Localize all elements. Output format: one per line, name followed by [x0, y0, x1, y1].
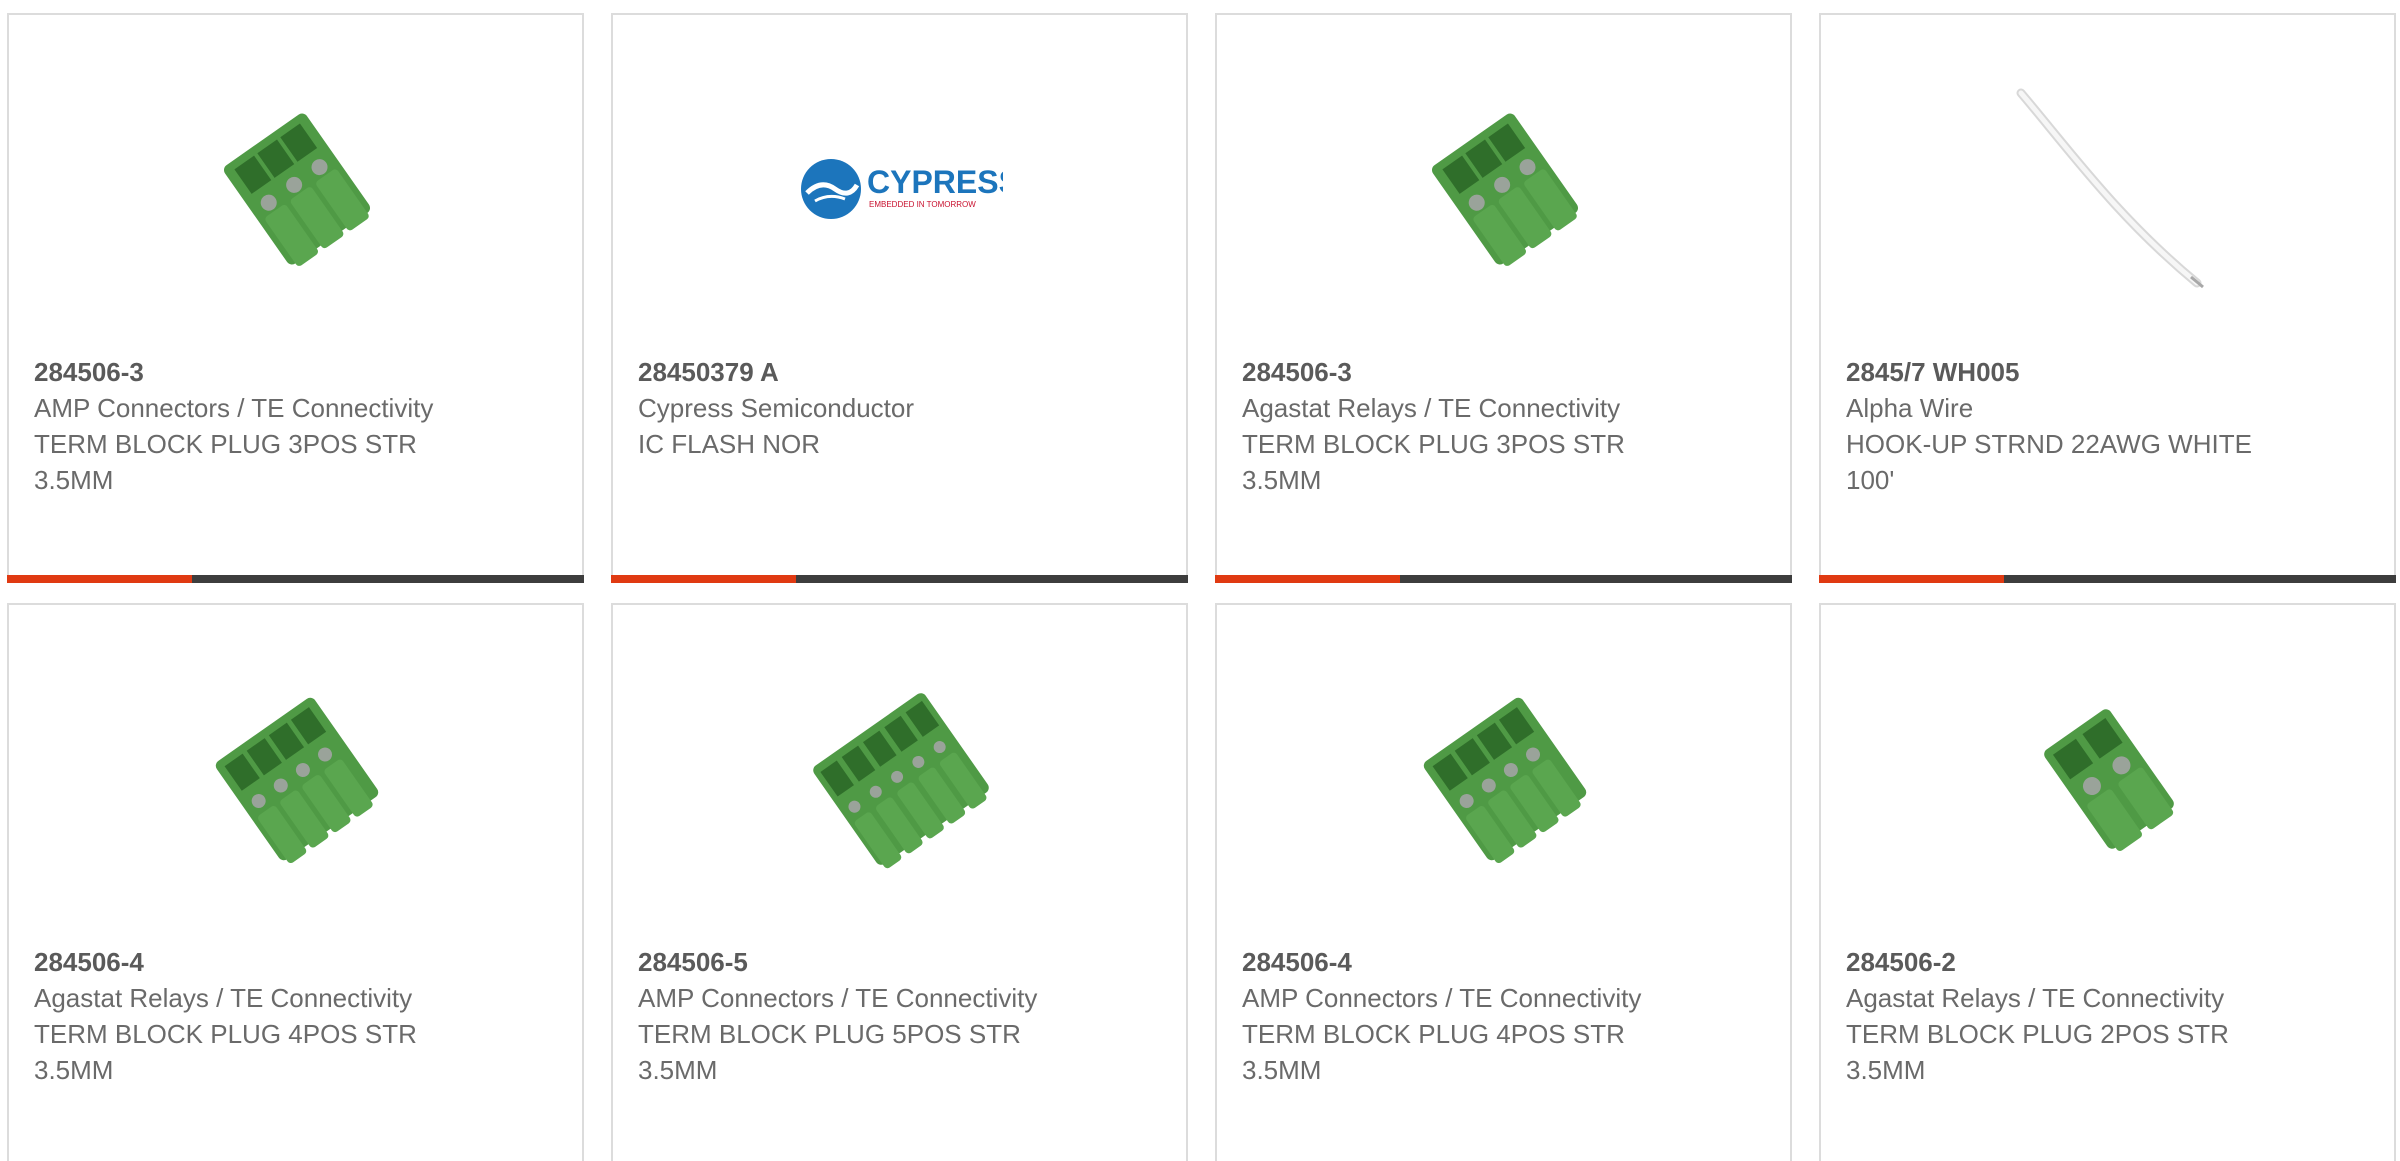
product-card[interactable]: 284506-4 Agastat Relays / TE Connectivit… [7, 603, 584, 1161]
product-card[interactable]: 284506-5 AMP Connectors / TE Connectivit… [611, 603, 1188, 1161]
part-number[interactable]: 284506-3 [1242, 354, 1682, 390]
description: TERM BLOCK PLUG 4POS STR 3.5MM [1242, 1019, 1625, 1085]
card-bar-accent [7, 575, 192, 583]
product-grid: 284506-3 AMP Connectors / TE Connectivit… [0, 0, 2400, 1161]
terminal-block-4pos-icon [195, 677, 399, 881]
product-card[interactable]: 284506-3 AMP Connectors / TE Connectivit… [7, 13, 584, 583]
description: HOOK-UP STRND 22AWG WHITE 100' [1846, 429, 2252, 495]
product-card[interactable]: 284506-2 Agastat Relays / TE Connectivit… [1819, 603, 2396, 1161]
part-number[interactable]: 284506-4 [34, 944, 474, 980]
card-bar [7, 575, 584, 583]
terminal-block-2pos-icon [2007, 677, 2211, 881]
description: TERM BLOCK PLUG 2POS STR 3.5MM [1846, 1019, 2229, 1085]
part-number[interactable]: 2845/7 WH005 [1846, 354, 2286, 390]
manufacturer: AMP Connectors / TE Connectivity [1242, 983, 1642, 1013]
manufacturer: Agastat Relays / TE Connectivity [1242, 393, 1621, 423]
manufacturer: AMP Connectors / TE Connectivity [34, 393, 434, 423]
product-info: 284506-3 AMP Connectors / TE Connectivit… [34, 354, 474, 498]
terminal-block-3pos-icon [1403, 87, 1607, 291]
cypress-logo: CYPRESS EMBEDDED IN TOMORROW [799, 87, 1003, 291]
part-number[interactable]: 284506-3 [34, 354, 474, 390]
card-bar-accent [1215, 575, 1400, 583]
card-bar-accent [1819, 575, 2004, 583]
product-card[interactable]: 2845/7 WH005 Alpha Wire HOOK-UP STRND 22… [1819, 13, 2396, 583]
white-wire-icon [2007, 87, 2211, 291]
product-info: 284506-5 AMP Connectors / TE Connectivit… [638, 944, 1078, 1088]
card-bar [1819, 575, 2396, 583]
description: TERM BLOCK PLUG 3POS STR 3.5MM [1242, 429, 1625, 495]
part-number[interactable]: 284506-4 [1242, 944, 1682, 980]
card-bar [1215, 575, 1792, 583]
terminal-block-5pos-icon [799, 677, 1003, 881]
product-info: 2845/7 WH005 Alpha Wire HOOK-UP STRND 22… [1846, 354, 2286, 498]
product-info: 284506-4 Agastat Relays / TE Connectivit… [34, 944, 474, 1088]
cypress-logo-name: CYPRESS [867, 164, 1003, 200]
part-number[interactable]: 284506-2 [1846, 944, 2286, 980]
manufacturer: AMP Connectors / TE Connectivity [638, 983, 1038, 1013]
product-card[interactable]: CYPRESS EMBEDDED IN TOMORROW 28450379 A … [611, 13, 1188, 583]
manufacturer: Alpha Wire [1846, 393, 1974, 423]
card-bar-accent [611, 575, 796, 583]
manufacturer: Cypress Semiconductor [638, 393, 914, 423]
terminal-block-3pos-icon [195, 87, 399, 291]
terminal-block-4pos-icon [1403, 677, 1607, 881]
description: TERM BLOCK PLUG 3POS STR 3.5MM [34, 429, 417, 495]
product-info: 28450379 A Cypress Semiconductor IC FLAS… [638, 354, 1078, 462]
description: TERM BLOCK PLUG 5POS STR 3.5MM [638, 1019, 1021, 1085]
cypress-logo-tagline: EMBEDDED IN TOMORROW [869, 200, 976, 209]
card-bar [611, 575, 1188, 583]
product-info: 284506-3 Agastat Relays / TE Connectivit… [1242, 354, 1682, 498]
product-info: 284506-2 Agastat Relays / TE Connectivit… [1846, 944, 2286, 1088]
manufacturer: Agastat Relays / TE Connectivity [1846, 983, 2225, 1013]
manufacturer: Agastat Relays / TE Connectivity [34, 983, 413, 1013]
product-card[interactable]: 284506-3 Agastat Relays / TE Connectivit… [1215, 13, 1792, 583]
part-number[interactable]: 28450379 A [638, 354, 1078, 390]
product-card[interactable]: 284506-4 AMP Connectors / TE Connectivit… [1215, 603, 1792, 1161]
product-info: 284506-4 AMP Connectors / TE Connectivit… [1242, 944, 1682, 1088]
description: IC FLASH NOR [638, 429, 821, 459]
description: TERM BLOCK PLUG 4POS STR 3.5MM [34, 1019, 417, 1085]
part-number[interactable]: 284506-5 [638, 944, 1078, 980]
